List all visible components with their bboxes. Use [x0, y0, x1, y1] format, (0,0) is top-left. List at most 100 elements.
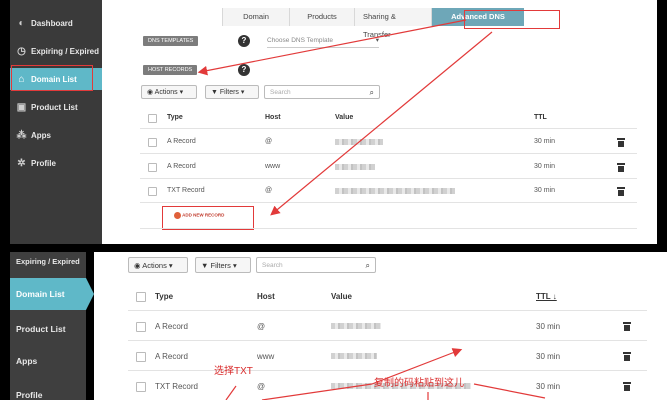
bottom-screenshot-panel: Expiring / Expired Domain List Product L… — [0, 252, 667, 400]
filters-button[interactable]: ▼ Filters ▾ — [195, 257, 251, 273]
record-value-redacted[interactable] — [331, 323, 381, 329]
column-header-type[interactable]: Type — [155, 292, 173, 301]
row-divider — [128, 370, 647, 371]
column-header-ttl[interactable]: TTL — [534, 114, 547, 121]
main-content: Domain Products Sharing & Transfer Advan… — [102, 0, 657, 244]
record-value-redacted[interactable] — [335, 188, 455, 194]
chevron-down-icon: ▾ — [375, 37, 379, 44]
row-divider — [140, 202, 637, 203]
help-icon[interactable]: ? — [238, 64, 250, 76]
sidebar-item-profile[interactable]: ✲ Profile — [10, 152, 102, 174]
record-type[interactable]: TXT Record — [167, 187, 205, 194]
filter-icon: ▼ — [201, 261, 211, 270]
column-header-host[interactable]: Host — [257, 292, 275, 301]
tab-products[interactable]: Products — [289, 8, 354, 26]
dns-template-select[interactable]: Choose DNS Template ▾ — [267, 35, 379, 48]
sidebar-item-apps[interactable]: Apps — [10, 348, 86, 374]
select-all-checkbox[interactable] — [148, 114, 157, 123]
dashboard-icon: ◐ — [18, 17, 25, 29]
filters-label: Filters — [210, 261, 231, 270]
chevron-down-icon: ▾ — [177, 89, 184, 96]
sidebar-item-profile[interactable]: Profile — [10, 384, 86, 400]
chevron-down-icon: ▾ — [166, 261, 173, 270]
row-checkbox[interactable] — [148, 138, 157, 147]
record-host[interactable]: @ — [265, 138, 272, 145]
column-header-value[interactable]: Value — [335, 114, 353, 121]
row-checkbox[interactable] — [136, 382, 146, 392]
sidebar-item-dashboard[interactable]: ◐ Dashboard — [10, 12, 102, 34]
help-icon[interactable]: ? — [238, 35, 250, 47]
filters-button[interactable]: ▼ Filters ▾ — [205, 85, 259, 99]
record-value-redacted[interactable] — [331, 353, 377, 359]
annotation-select-txt: 选择TXT — [214, 366, 253, 377]
host-records-label: HOST RECORDS — [143, 65, 198, 75]
sidebar-item-label: Dashboard — [31, 18, 73, 28]
apps-icon: ⁂ — [16, 129, 27, 141]
record-ttl[interactable]: 30 min — [534, 163, 555, 170]
sidebar-item-product-list[interactable]: Product List — [10, 316, 86, 342]
record-icon: ◉ — [147, 89, 155, 96]
record-host[interactable]: www — [265, 163, 280, 170]
column-header-value[interactable]: Value — [331, 292, 352, 301]
record-ttl[interactable]: 30 min — [534, 187, 555, 194]
row-checkbox[interactable] — [136, 322, 146, 332]
column-header-ttl[interactable]: TTL ↓ — [536, 292, 557, 301]
select-all-checkbox[interactable] — [136, 292, 146, 302]
row-checkbox[interactable] — [148, 163, 157, 172]
record-ttl[interactable]: 30 min — [534, 138, 555, 145]
trash-icon[interactable] — [617, 138, 625, 147]
actions-button[interactable]: ◉ Actions ▾ — [128, 257, 188, 273]
search-input[interactable]: Search ⌕ — [256, 257, 376, 273]
record-type[interactable]: A Record — [155, 322, 188, 331]
column-header-type[interactable]: Type — [167, 114, 183, 121]
row-checkbox[interactable] — [136, 352, 146, 362]
search-input[interactable]: Search ⌕ — [264, 85, 380, 99]
trash-icon[interactable] — [617, 187, 625, 196]
search-placeholder: Search — [270, 89, 291, 96]
annotation-box-advanced-dns — [464, 10, 560, 29]
row-divider — [140, 153, 637, 154]
active-indicator — [86, 278, 94, 310]
record-ttl[interactable]: 30 min — [536, 322, 560, 331]
tab-domain[interactable]: Domain — [222, 8, 289, 26]
sidebar-item-expiring[interactable]: ◷ Expiring / Expired — [10, 40, 102, 62]
record-type[interactable]: A Record — [155, 352, 188, 361]
sidebar-item-apps[interactable]: ⁂ Apps — [10, 124, 102, 146]
row-divider — [140, 228, 637, 229]
record-value-redacted[interactable] — [335, 139, 383, 145]
record-ttl[interactable]: 30 min — [536, 382, 560, 391]
record-ttl[interactable]: 30 min — [536, 352, 560, 361]
gear-icon: ✲ — [17, 157, 26, 169]
record-type[interactable]: A Record — [167, 138, 196, 145]
tab-sharing-transfer[interactable]: Sharing & Transfer — [354, 8, 431, 39]
record-value-redacted[interactable] — [335, 164, 375, 170]
trash-icon[interactable] — [617, 163, 625, 172]
trash-icon[interactable] — [623, 322, 631, 331]
row-divider — [140, 178, 637, 179]
record-type[interactable]: A Record — [167, 163, 196, 170]
row-divider — [128, 310, 647, 311]
row-divider — [128, 340, 647, 341]
annotation-paste-here: 复制的码粘贴到这儿 — [374, 378, 464, 389]
trash-icon[interactable] — [623, 382, 631, 391]
search-icon: ⌕ — [365, 261, 370, 270]
row-checkbox[interactable] — [148, 187, 157, 196]
record-host[interactable]: www — [257, 352, 274, 361]
record-host[interactable]: @ — [257, 382, 265, 391]
sidebar-item-product-list[interactable]: ▣ Product List — [10, 96, 102, 118]
dns-templates-label: DNS TEMPLATES — [143, 36, 199, 46]
trash-icon[interactable] — [623, 352, 631, 361]
actions-button[interactable]: ◉ Actions ▾ — [141, 85, 197, 99]
sidebar-item-domain-list[interactable]: Domain List — [10, 278, 86, 310]
record-type[interactable]: TXT Record — [155, 382, 198, 391]
annotation-box-domain-list — [11, 65, 93, 91]
sidebar-item-expiring[interactable]: Expiring / Expired — [10, 252, 86, 270]
column-header-host[interactable]: Host — [265, 114, 281, 121]
record-icon: ◉ — [134, 261, 143, 270]
sidebar-item-label: Apps — [31, 130, 51, 140]
sidebar-item-label: Profile — [31, 158, 56, 168]
box-icon: ▣ — [16, 101, 27, 113]
record-host[interactable]: @ — [265, 187, 272, 194]
record-host[interactable]: @ — [257, 322, 265, 331]
sidebar-item-label: Product List — [31, 102, 78, 112]
